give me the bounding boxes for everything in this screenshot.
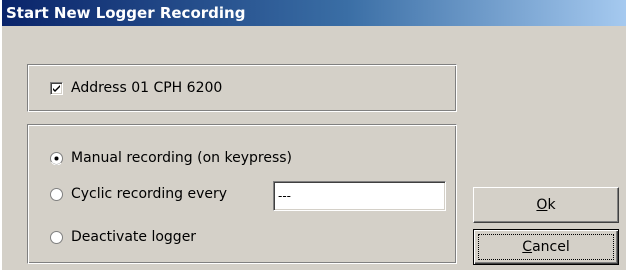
- radio-cyclic-label: Cyclic recording every: [71, 186, 228, 202]
- radio-manual-label: Manual recording (on keypress): [71, 150, 292, 166]
- checkmark-icon: [53, 84, 60, 92]
- interval-input[interactable]: [273, 181, 446, 211]
- radio-unselected-icon: [50, 230, 63, 244]
- ok-label-rest: k: [547, 197, 556, 213]
- ok-button-label: Ok: [536, 197, 555, 213]
- radio-cyclic[interactable]: [50, 187, 63, 201]
- address-checkbox-label: Address 01 CPH 6200: [71, 80, 223, 96]
- radio-manual-row[interactable]: Manual recording (on keypress): [50, 150, 292, 166]
- ok-button[interactable]: Ok: [473, 187, 619, 223]
- dialog-window: Start New Logger Recording Address 01 CP…: [0, 0, 626, 270]
- radio-cyclic-row[interactable]: Cyclic recording every: [50, 186, 227, 202]
- cancel-button[interactable]: Cancel: [473, 229, 619, 265]
- cancel-mnemonic: C: [522, 239, 533, 255]
- cancel-label-rest: ancel: [532, 239, 570, 255]
- radio-deactivate-label: Deactivate logger: [71, 229, 197, 245]
- ok-mnemonic: O: [536, 197, 548, 213]
- address-checkbox[interactable]: [50, 81, 63, 95]
- radio-deactivate-row[interactable]: Deactivate logger: [50, 229, 196, 245]
- cancel-button-label: Cancel: [522, 239, 569, 255]
- radio-selected-icon: [50, 151, 63, 165]
- radio-unselected-icon: [50, 187, 63, 201]
- radio-manual[interactable]: [50, 151, 63, 165]
- radio-deactivate[interactable]: [50, 230, 63, 244]
- title-bar[interactable]: Start New Logger Recording: [2, 0, 626, 26]
- window-title: Start New Logger Recording: [6, 4, 246, 22]
- address-checkbox-row[interactable]: Address 01 CPH 6200: [50, 80, 222, 96]
